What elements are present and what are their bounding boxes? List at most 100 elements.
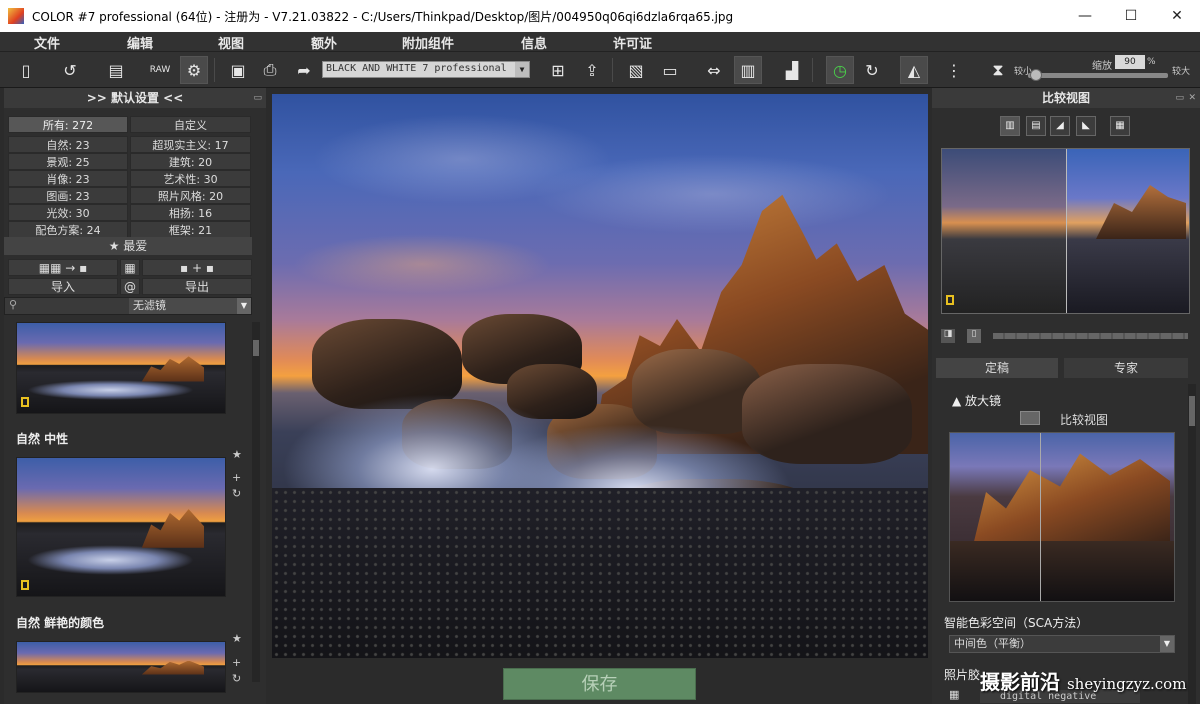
category-camera[interactable]: 相扬: 16 [130,204,251,221]
save-icon[interactable]: ▣ [224,56,252,84]
tab-custom[interactable]: 自定义 [130,116,251,133]
preset-thumbnail[interactable] [16,457,226,597]
presets-scrollbar[interactable] [252,322,260,682]
compare-slider[interactable] [993,333,1188,339]
plus-icon[interactable]: + [232,471,241,484]
at-button[interactable]: @ [120,278,140,295]
open-icon[interactable]: ▧ [622,56,650,84]
pin-icon[interactable]: ▭ [253,88,262,108]
menu-view[interactable]: 视图 [218,33,244,52]
export-button[interactable]: 导出 [142,278,252,295]
print-icon[interactable]: ⎙ [256,56,284,84]
preset-select[interactable]: BLACK AND WHITE 7 professional ▼ [322,61,530,78]
magnifier-label[interactable]: ▲ 放大镜 [952,392,1001,409]
category-photo-style[interactable]: 照片风格: 20 [130,187,251,204]
zoom-unit: % [1147,57,1156,67]
star-icon[interactable]: ★ [232,632,242,645]
zoom-large-label: 较大 [1172,67,1191,77]
compare-view[interactable] [941,148,1190,314]
tab-expert[interactable]: 专家 [1064,358,1188,378]
rotate-icon[interactable]: ↻ [858,56,886,84]
category-frames[interactable]: 框架: 21 [130,221,251,238]
film-icon[interactable]: ▭ [656,56,684,84]
split-diagonal-icon[interactable]: ◢ [1050,116,1070,136]
plus-icon[interactable]: + [232,656,241,669]
chevron-down-icon[interactable]: ▼ [237,298,251,314]
grid-icon[interactable]: ▦ [949,688,969,702]
magnifier-view[interactable] [949,432,1175,602]
raw-icon[interactable]: RAW [146,56,174,84]
import-icon[interactable]: ▦▦ → ▪ [8,259,118,276]
grid-icon[interactable]: ▦ [120,259,140,276]
category-nature[interactable]: 自然: 23 [8,136,128,153]
star-icon[interactable]: ★ [232,448,242,461]
batch-icon[interactable]: ▤ [102,56,130,84]
right-scrollbar[interactable] [1188,384,1196,704]
import-button[interactable]: 导入 [8,278,118,295]
share-icon[interactable]: ➦ [290,56,318,84]
layout-icon[interactable]: ⊞ [544,56,572,84]
category-surreal[interactable]: 超现实主义: 17 [130,136,251,153]
save-button[interactable]: 保存 [503,668,696,700]
category-landscape[interactable]: 景观: 25 [8,153,128,170]
app-icon [8,8,24,24]
settings-icon[interactable]: ⚙ [180,56,208,84]
preset-thumbnail[interactable] [16,322,226,414]
info-panel-icon[interactable]: ▥ [734,56,762,84]
marker-icon[interactable]: ⧗ [984,56,1012,84]
close-button[interactable]: ✕ [1154,0,1200,32]
histogram-icon[interactable]: ▟ [778,56,806,84]
zoom-slider[interactable] [1028,69,1168,81]
category-drawing[interactable]: 图画: 23 [8,187,128,204]
tab-all[interactable]: 所有: 272 [8,116,128,133]
filter-select[interactable]: 无滤镜 [129,298,239,314]
smart-color-select[interactable]: 中间色（平衡） ▼ [949,635,1175,653]
qr-icon[interactable]: ▦ [1110,116,1130,136]
category-color-schemes[interactable]: 配色方案: 24 [8,221,128,238]
category-architecture[interactable]: 建筑: 20 [130,153,251,170]
dots-icon[interactable]: ⋮ [940,56,968,84]
zoom-input[interactable]: 90 [1115,55,1145,69]
pin-icon[interactable]: ▭ [1175,88,1184,108]
image-canvas[interactable] [272,94,928,658]
menu-edit[interactable]: 编辑 [127,33,153,52]
menu-addons[interactable]: 附加组件 [402,33,454,52]
split-horizontal-icon[interactable]: ▤ [1026,116,1046,136]
split-diagonal-alt-icon[interactable]: ◣ [1076,116,1096,136]
export-icon[interactable]: ▪ + ▪ [142,259,252,276]
close-icon[interactable]: ✕ [1188,88,1196,108]
magnifier-divider[interactable] [1040,433,1041,601]
compare-controls: ◨ ▯ [941,329,1190,343]
new-file-icon[interactable]: ▯ [12,56,40,84]
flip-icon[interactable]: ◭ [900,56,928,84]
history-icon[interactable]: ↺ [56,56,84,84]
category-artistic[interactable]: 艺术性: 30 [130,170,251,187]
maximize-button[interactable]: ☐ [1108,0,1154,32]
menu-license[interactable]: 许可证 [613,33,652,52]
before-icon[interactable]: ◨ [941,329,955,343]
smart-color-label: 智能色彩空间（SCA方法） [944,616,1089,630]
menu-bar: 文件 编辑 视图 额外 附加组件 信息 许可证 [0,32,1200,52]
menu-info[interactable]: 信息 [521,33,547,52]
category-portrait[interactable]: 肖像: 23 [8,170,128,187]
refresh-icon[interactable]: ↻ [232,672,241,685]
menu-file[interactable]: 文件 [34,33,60,52]
compare-toggle[interactable] [1020,411,1040,425]
export-layer-icon[interactable]: ⇪ [578,56,606,84]
split-vertical-icon[interactable]: ▥ [1000,116,1020,136]
split-icon[interactable]: ⇔ [700,56,728,84]
category-light-effects[interactable]: 光效: 30 [8,204,128,221]
search-icon[interactable]: ⚲ [9,298,17,311]
menu-extra[interactable]: 额外 [311,33,337,52]
tab-final[interactable]: 定稿 [936,358,1058,378]
compare-divider[interactable] [1066,149,1067,313]
time-icon[interactable]: ◷ [826,56,854,84]
zoom-slider-knob[interactable] [1030,69,1042,81]
zoom-label: 缩放 [1092,61,1112,72]
refresh-icon[interactable]: ↻ [232,487,241,500]
film-label: 照片胶 [944,668,981,682]
after-icon[interactable]: ▯ [967,329,981,343]
minimize-button[interactable]: — [1062,0,1108,32]
preset-thumbnail[interactable] [16,641,226,693]
favorites-button[interactable]: ★ 最爱 [4,237,252,255]
